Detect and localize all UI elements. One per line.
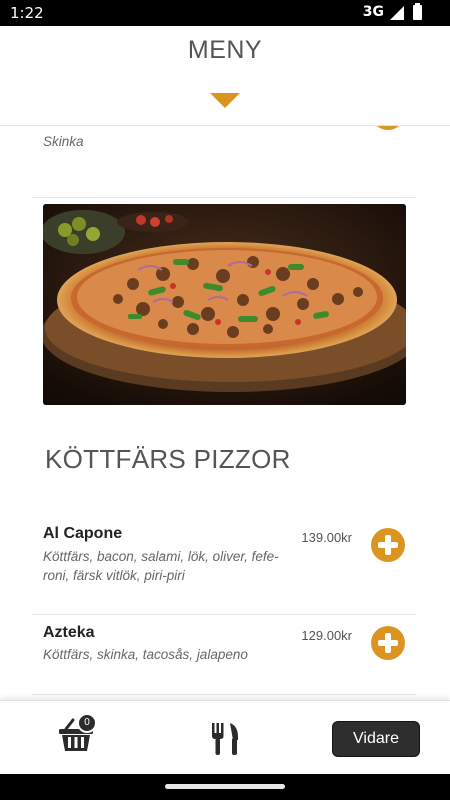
- fork-knife-icon: [212, 723, 238, 755]
- add-item-button[interactable]: [371, 126, 405, 130]
- item-description: Skinka: [43, 134, 84, 149]
- pizza-illustration: [43, 204, 406, 405]
- add-item-button[interactable]: [371, 528, 405, 562]
- network-type: 3G: [362, 4, 384, 20]
- menu-header: MENY: [0, 26, 450, 126]
- divider: [32, 694, 416, 695]
- next-button[interactable]: Vidare: [332, 721, 420, 757]
- pizza-image: [43, 204, 406, 405]
- item-name: Al Capone: [43, 525, 123, 542]
- item-name: Azteka: [43, 624, 95, 641]
- bottom-bar: 0 Vidare: [0, 700, 450, 774]
- status-time: 1:22: [10, 4, 44, 22]
- section-title: KÖTTFÄRS PIZZOR: [45, 444, 291, 474]
- status-bar: 1:22 3G: [0, 0, 450, 26]
- list-item[interactable]: Azteka Köttfärs, skinka, tacosås, jalape…: [32, 618, 416, 688]
- list-item[interactable]: Al Capone Köttfärs, bacon, salami, lök, …: [32, 520, 416, 610]
- list-item: Skinka: [32, 126, 416, 186]
- add-item-button[interactable]: [371, 626, 405, 660]
- divider: [32, 197, 416, 198]
- system-nav-bar: [0, 774, 450, 800]
- menu-button[interactable]: [211, 723, 239, 755]
- item-price: 129.00kr: [301, 628, 352, 643]
- divider: [32, 614, 416, 615]
- item-description: Köttfärs, skinka, tacosås, jalapeno: [43, 647, 248, 662]
- page-title: MENY: [187, 36, 263, 64]
- item-price: 139.00kr: [301, 530, 352, 545]
- home-indicator[interactable]: [165, 784, 285, 789]
- cart-count-badge: 0: [77, 713, 97, 733]
- signal-icon: [390, 6, 404, 20]
- item-description: Köttfärs, bacon, salami, lök, oliver, fe…: [43, 549, 279, 583]
- battery-icon: [413, 3, 422, 20]
- menu-list[interactable]: Skinka KÖTTFÄRS PIZZOR Al Capone Köttfär…: [0, 126, 450, 700]
- app-screen: 1:22 3G MENY Skinka KÖTTFÄRS PIZZOR Al C…: [0, 0, 450, 800]
- chevron-down-icon[interactable]: [210, 93, 240, 108]
